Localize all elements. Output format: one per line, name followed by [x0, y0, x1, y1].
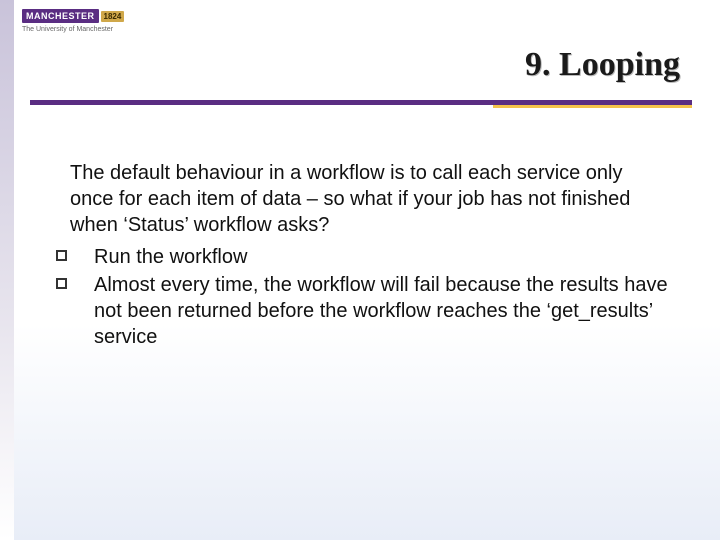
logo-year: 1824	[101, 11, 125, 22]
content-area: The default behaviour in a workflow is t…	[70, 160, 670, 352]
bullet-list: Run the workflow Almost every time, the …	[70, 244, 670, 350]
bullet-text: Run the workflow	[94, 246, 247, 268]
slide: MANCHESTER1824 The University of Manches…	[0, 0, 720, 540]
intro-paragraph: The default behaviour in a workflow is t…	[70, 160, 670, 238]
list-item: Almost every time, the workflow will fai…	[70, 272, 670, 350]
logo-name: MANCHESTER	[22, 9, 99, 23]
university-logo: MANCHESTER1824 The University of Manches…	[22, 6, 152, 38]
slide-title: 9. Looping	[525, 46, 680, 84]
list-item: Run the workflow	[70, 244, 670, 270]
divider	[30, 100, 692, 108]
left-accent-strip	[0, 0, 14, 540]
divider-yellow	[493, 105, 692, 108]
bullet-text: Almost every time, the workflow will fai…	[94, 274, 668, 348]
logo-subtitle: The University of Manchester	[22, 26, 152, 33]
